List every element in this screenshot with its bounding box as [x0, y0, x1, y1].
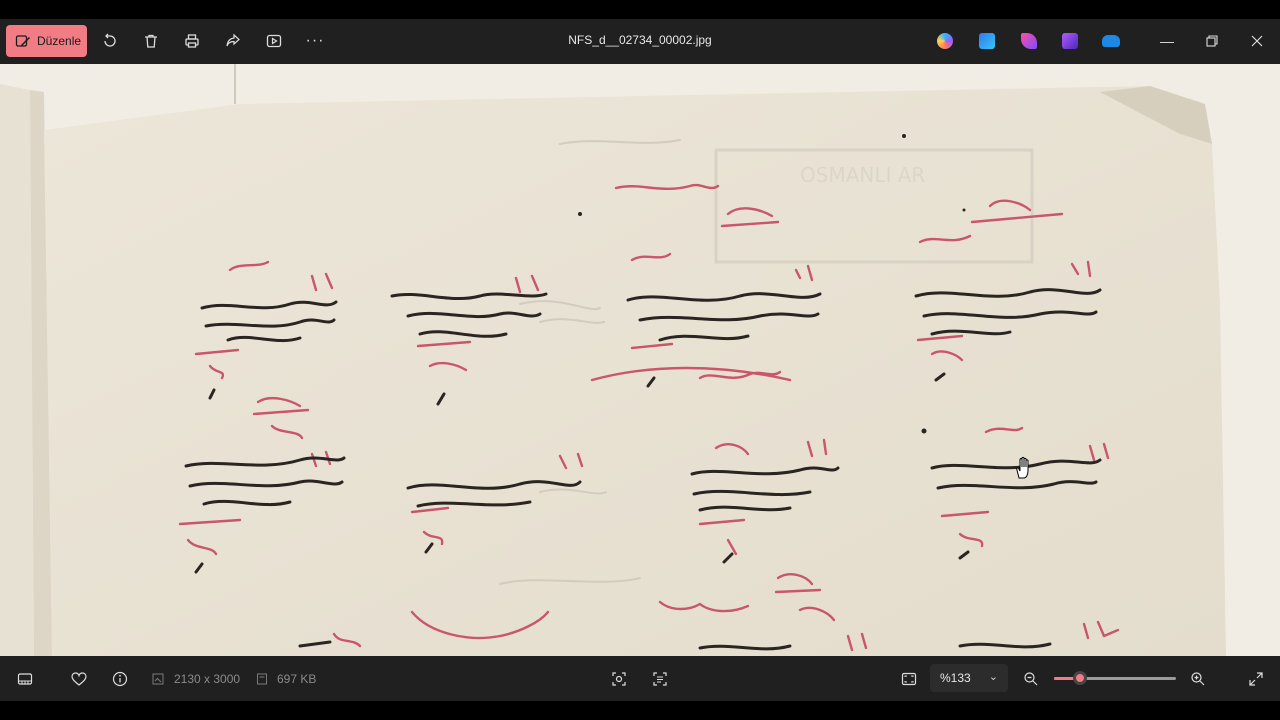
- restore-icon: [1206, 35, 1218, 47]
- file-info-button[interactable]: [111, 670, 129, 688]
- clipchamp-icon[interactable]: [1062, 33, 1078, 49]
- title-toolbar: Düzenle ··· NFS_d__02734_00002.jpg —: [0, 19, 1280, 64]
- zoom-in-button[interactable]: [1189, 670, 1207, 688]
- zoom-slider[interactable]: [1054, 671, 1176, 685]
- image-canvas[interactable]: OSMANLI AR: [0, 64, 1280, 656]
- zoom-out-button[interactable]: [1022, 670, 1040, 688]
- file-size-icon: [257, 673, 267, 685]
- text-scan-icon: [653, 672, 667, 686]
- close-button[interactable]: [1247, 31, 1267, 51]
- zoom-in-icon: [1191, 672, 1205, 686]
- fit-to-window-button[interactable]: [900, 670, 918, 688]
- text-scan-button[interactable]: [651, 670, 669, 688]
- copilot-icon[interactable]: [937, 33, 953, 49]
- close-icon: [1251, 35, 1263, 47]
- manuscript-image: OSMANLI AR: [0, 64, 1280, 656]
- filmstrip-icon: [17, 673, 33, 685]
- visual-search-button[interactable]: [610, 670, 628, 688]
- status-bar: 2130 x 3000 697 KB %133 ⌄: [0, 656, 1280, 701]
- image-size-icon: [152, 673, 164, 685]
- info-icon: [112, 671, 128, 687]
- full-screen-button[interactable]: [1247, 670, 1265, 688]
- chevron-down-icon: ⌄: [988, 671, 998, 683]
- screen-top-edge: [0, 0, 1280, 19]
- minimize-icon: —: [1160, 33, 1174, 49]
- svg-text:OSMANLI AR: OSMANLI AR: [800, 163, 925, 187]
- pan-hand-cursor-icon: [1016, 456, 1029, 479]
- image-dimensions: 2130 x 3000: [174, 672, 241, 686]
- screen-bottom-edge: [0, 701, 1280, 720]
- zoom-out-icon: [1024, 672, 1038, 686]
- restore-button[interactable]: [1202, 31, 1222, 51]
- fit-window-icon: [901, 672, 917, 686]
- zoom-value: %133: [940, 671, 971, 685]
- favorite-button[interactable]: [70, 670, 88, 688]
- file-size: 697 KB: [277, 672, 317, 686]
- file-name: NFS_d__02734_00002.jpg: [568, 33, 712, 47]
- visual-search-icon: [612, 672, 626, 686]
- minimize-button[interactable]: —: [1157, 31, 1177, 51]
- zoom-slider-thumb[interactable]: [1072, 671, 1087, 685]
- heart-icon: [71, 672, 87, 686]
- designer-icon[interactable]: [979, 33, 995, 49]
- filmstrip-button[interactable]: [16, 670, 34, 688]
- expand-icon: [1249, 672, 1263, 686]
- zoom-dropdown[interactable]: %133 ⌄: [930, 664, 1008, 692]
- onedrive-icon[interactable]: [1102, 35, 1120, 47]
